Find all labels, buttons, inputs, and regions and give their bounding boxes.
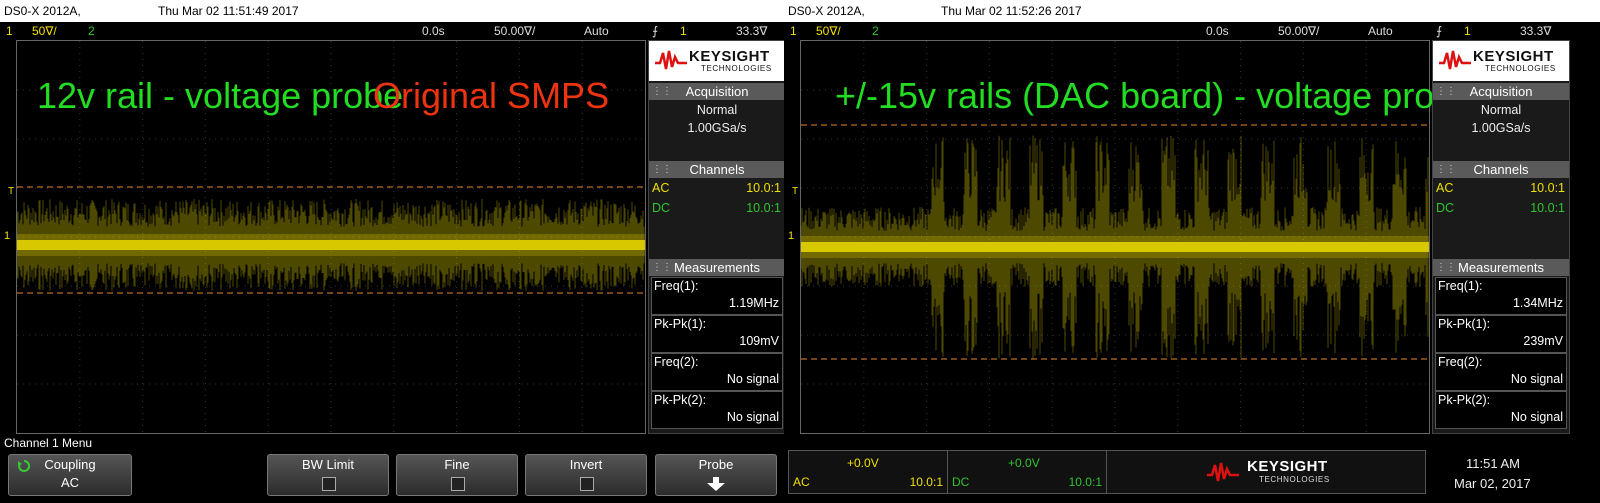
ch1-coupling-label: AC — [793, 475, 810, 489]
annotation-probe-text: 12v rail - voltage probe — [37, 75, 404, 116]
keysight-logo: KEYSIGHT TECHNOLOGIES — [1433, 41, 1569, 81]
ch1-probe-ratio: 10.0:1 — [746, 181, 781, 195]
sample-rate: 1.00GSa/s — [687, 121, 747, 135]
noise-core — [17, 240, 645, 250]
ch2-probe-ratio: 10.0:1 — [1530, 201, 1565, 215]
trigger-mode[interactable]: Auto — [1368, 24, 1393, 38]
measurement-pkpk1[interactable]: Pk-Pk(1): 109mV — [651, 315, 783, 353]
ch1-ground-marker[interactable]: 1 — [4, 230, 10, 242]
ch1-coupling: AC — [652, 181, 670, 195]
clock-time: 11:51 AM — [1466, 456, 1520, 471]
noise-core — [801, 242, 1429, 252]
fine-checkbox[interactable] — [451, 477, 465, 491]
measurement-freq2[interactable]: Freq(2): No signal — [651, 353, 783, 391]
measurement-freq2[interactable]: Freq(2): No signal — [1435, 353, 1567, 391]
ch1-status-cell[interactable]: +0.0V AC 10.0:1 — [789, 451, 948, 493]
fine-softkey[interactable]: Fine — [396, 454, 518, 496]
left-scope-screenshot: DS0-X 2012A, Thu Mar 02 11:51:49 2017 1 … — [0, 0, 784, 503]
time-position[interactable]: 0.0s — [422, 24, 445, 38]
ch1-indicator[interactable]: 1 — [6, 24, 13, 38]
probe-softkey[interactable]: Probe — [655, 454, 777, 496]
ch1-scale[interactable]: 50∇/ — [32, 24, 57, 38]
channels-header[interactable]: ⋮⋮ Channels — [1433, 161, 1569, 178]
measurement-pkpk1[interactable]: Pk-Pk(1): 239mV — [1435, 315, 1567, 353]
measurement-pkpk2[interactable]: Pk-Pk(2): No signal — [1435, 391, 1567, 429]
channel-status-panel: +0.0V AC 10.0:1 +0.0V DC 10.0:1 KEYSIGHT… — [788, 450, 1426, 494]
status-bar: 1 50∇/ 2 0.0s 50.00∇/ Auto ⨍ 1 33.3∇ — [784, 22, 1600, 40]
ch1-probe-ratio: 10.0:1 — [1530, 181, 1565, 195]
ch2-probe-label: 10.0:1 — [1068, 475, 1102, 489]
side-panel: KEYSIGHT TECHNOLOGIES ⋮⋮ Acquisition Norm… — [648, 40, 784, 434]
ch2-indicator[interactable]: 2 — [872, 24, 879, 38]
waveform-grid[interactable]: +/-15v rails (DAC board) - voltage probe — [800, 40, 1474, 434]
channel-menu-title: Channel 1 Menu — [4, 436, 93, 450]
trigger-level-marker[interactable]: T — [792, 186, 798, 197]
datetime-label: Thu Mar 02 11:51:49 2017 — [158, 4, 299, 18]
arrow-down-icon — [707, 477, 725, 491]
measurement-freq1[interactable]: Freq(1): 1.34MHz — [1435, 277, 1567, 315]
ch2-probe-ratio: 10.0:1 — [746, 201, 781, 215]
trigger-source[interactable]: 1 — [680, 24, 687, 38]
invert-checkbox[interactable] — [580, 477, 594, 491]
annotation-smps-text: Original SMPS — [373, 75, 610, 116]
model-label: DS0-X 2012A, — [788, 4, 865, 18]
measurements-header[interactable]: ⋮⋮ Measurements — [1433, 259, 1569, 276]
trigger-edge-icon: ⨍ — [1436, 24, 1443, 38]
trigger-level[interactable]: 33.3∇ — [1520, 24, 1551, 38]
ch1-scale[interactable]: 50∇/ — [816, 24, 841, 38]
ch1-ground-marker[interactable]: 1 — [788, 230, 794, 242]
time-scale[interactable]: 50.00∇/ — [494, 24, 535, 38]
measurements-header[interactable]: ⋮⋮ Measurements — [649, 259, 784, 276]
keysight-wave-icon — [1439, 50, 1471, 70]
trigger-level-marker[interactable]: T — [8, 186, 14, 197]
acquisition-mode: Normal — [696, 103, 738, 117]
side-panel: KEYSIGHT TECHNOLOGIES ⋮⋮ Acquisition Norm… — [1432, 40, 1570, 434]
ch1-indicator[interactable]: 1 — [790, 24, 797, 38]
trigger-level[interactable]: 33.3∇ — [736, 24, 767, 38]
acquisition-mode: Normal — [1480, 103, 1522, 117]
clock-date: Mar 02, 2017 — [1454, 476, 1531, 491]
ch2-offset: +0.0V — [1008, 456, 1040, 470]
title-bar: DS0-X 2012A, Thu Mar 02 11:52:26 2017 — [784, 0, 1600, 22]
measurement-freq1[interactable]: Freq(1): 1.19MHz — [651, 277, 783, 315]
datetime-label: Thu Mar 02 11:52:26 2017 — [941, 4, 1082, 18]
ch1-coupling: AC — [1436, 181, 1454, 195]
sample-rate: 1.00GSa/s — [1471, 121, 1531, 135]
right-scope-screenshot: DS0-X 2012A, Thu Mar 02 11:52:26 2017 1 … — [784, 0, 1600, 503]
keysight-logo-bottom: KEYSIGHT TECHNOLOGIES — [1107, 451, 1425, 493]
keysight-wave-icon — [655, 50, 687, 70]
keysight-wave-icon — [1207, 462, 1239, 482]
acquisition-header[interactable]: ⋮⋮ Acquisition — [1433, 83, 1569, 100]
trigger-edge-icon: ⨍ — [652, 24, 659, 38]
bw-limit-softkey[interactable]: BW Limit — [267, 454, 389, 496]
ch2-coupling-label: DC — [952, 475, 970, 489]
trigger-source[interactable]: 1 — [1464, 24, 1471, 38]
channels-header[interactable]: ⋮⋮ Channels — [649, 161, 784, 178]
ch2-coupling: DC — [1436, 201, 1455, 215]
ch2-coupling: DC — [652, 201, 671, 215]
status-bar: 1 50∇/ 2 0.0s 50.00∇/ Auto ⨍ 1 33.3∇ — [0, 22, 784, 40]
time-scale[interactable]: 50.00∇/ — [1278, 24, 1319, 38]
ch2-indicator[interactable]: 2 — [88, 24, 95, 38]
title-bar: DS0-X 2012A, Thu Mar 02 11:51:49 2017 — [0, 0, 784, 22]
model-label: DS0-X 2012A, — [4, 4, 81, 18]
trigger-mode[interactable]: Auto — [584, 24, 609, 38]
bw-limit-checkbox[interactable] — [322, 477, 336, 491]
annotation-probe-text: +/-15v rails (DAC board) - voltage probe — [835, 75, 1475, 116]
keysight-logo: KEYSIGHT TECHNOLOGIES — [649, 41, 784, 81]
coupling-softkey[interactable]: Coupling AC — [8, 454, 132, 496]
invert-softkey[interactable]: Invert — [525, 454, 647, 496]
measurement-pkpk2[interactable]: Pk-Pk(2): No signal — [651, 391, 783, 429]
acquisition-header[interactable]: ⋮⋮ Acquisition — [649, 83, 784, 100]
waveform-grid[interactable]: 12v rail - voltage probe Original SMPS — [16, 40, 646, 434]
ch2-status-cell[interactable]: +0.0V DC 10.0:1 — [948, 451, 1107, 493]
ch1-offset: +0.0V — [847, 456, 879, 470]
time-position[interactable]: 0.0s — [1206, 24, 1229, 38]
ch1-probe-label: 10.0:1 — [909, 475, 943, 489]
